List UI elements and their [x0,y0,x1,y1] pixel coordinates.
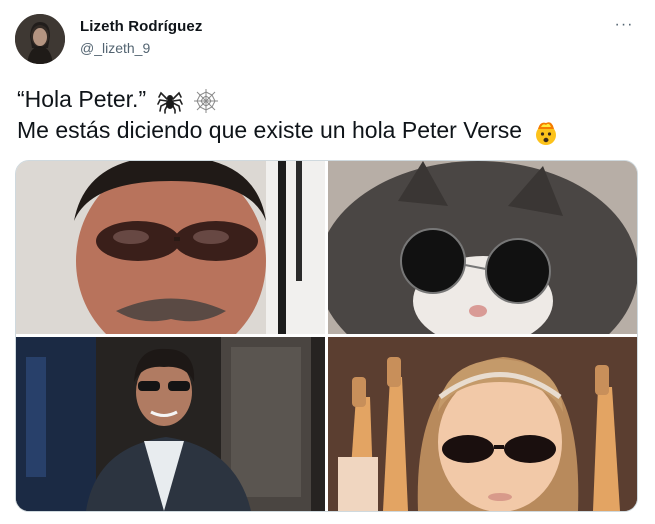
tweet-text-line-1: “Hola Peter.” [17,84,560,115]
avatar[interactable] [15,14,65,64]
spider-icon [156,88,183,114]
author-name[interactable]: Lizeth Rodríguez [80,18,202,35]
spider-web-icon [193,88,219,114]
tweet-sentence: Me estás diciendo que existe un hola Pet… [17,117,523,143]
media-image-2[interactable] [328,161,637,334]
tweet-text-line-2: Me estás diciendo que existe un hola Pet… [17,115,560,146]
media-grid[interactable] [15,160,638,512]
tweet-quote: “Hola Peter.” [17,86,147,112]
more-options-icon[interactable]: ··· [613,14,635,36]
exploding-head-icon [532,118,560,146]
media-image-1[interactable] [16,161,325,334]
tweet-text: “Hola Peter.” Me estás diciendo que exis… [17,84,560,146]
media-image-4[interactable] [328,337,637,511]
media-image-3[interactable] [16,337,325,511]
avatar-image [15,14,65,64]
author-handle[interactable]: @_lizeth_9 [80,40,150,56]
